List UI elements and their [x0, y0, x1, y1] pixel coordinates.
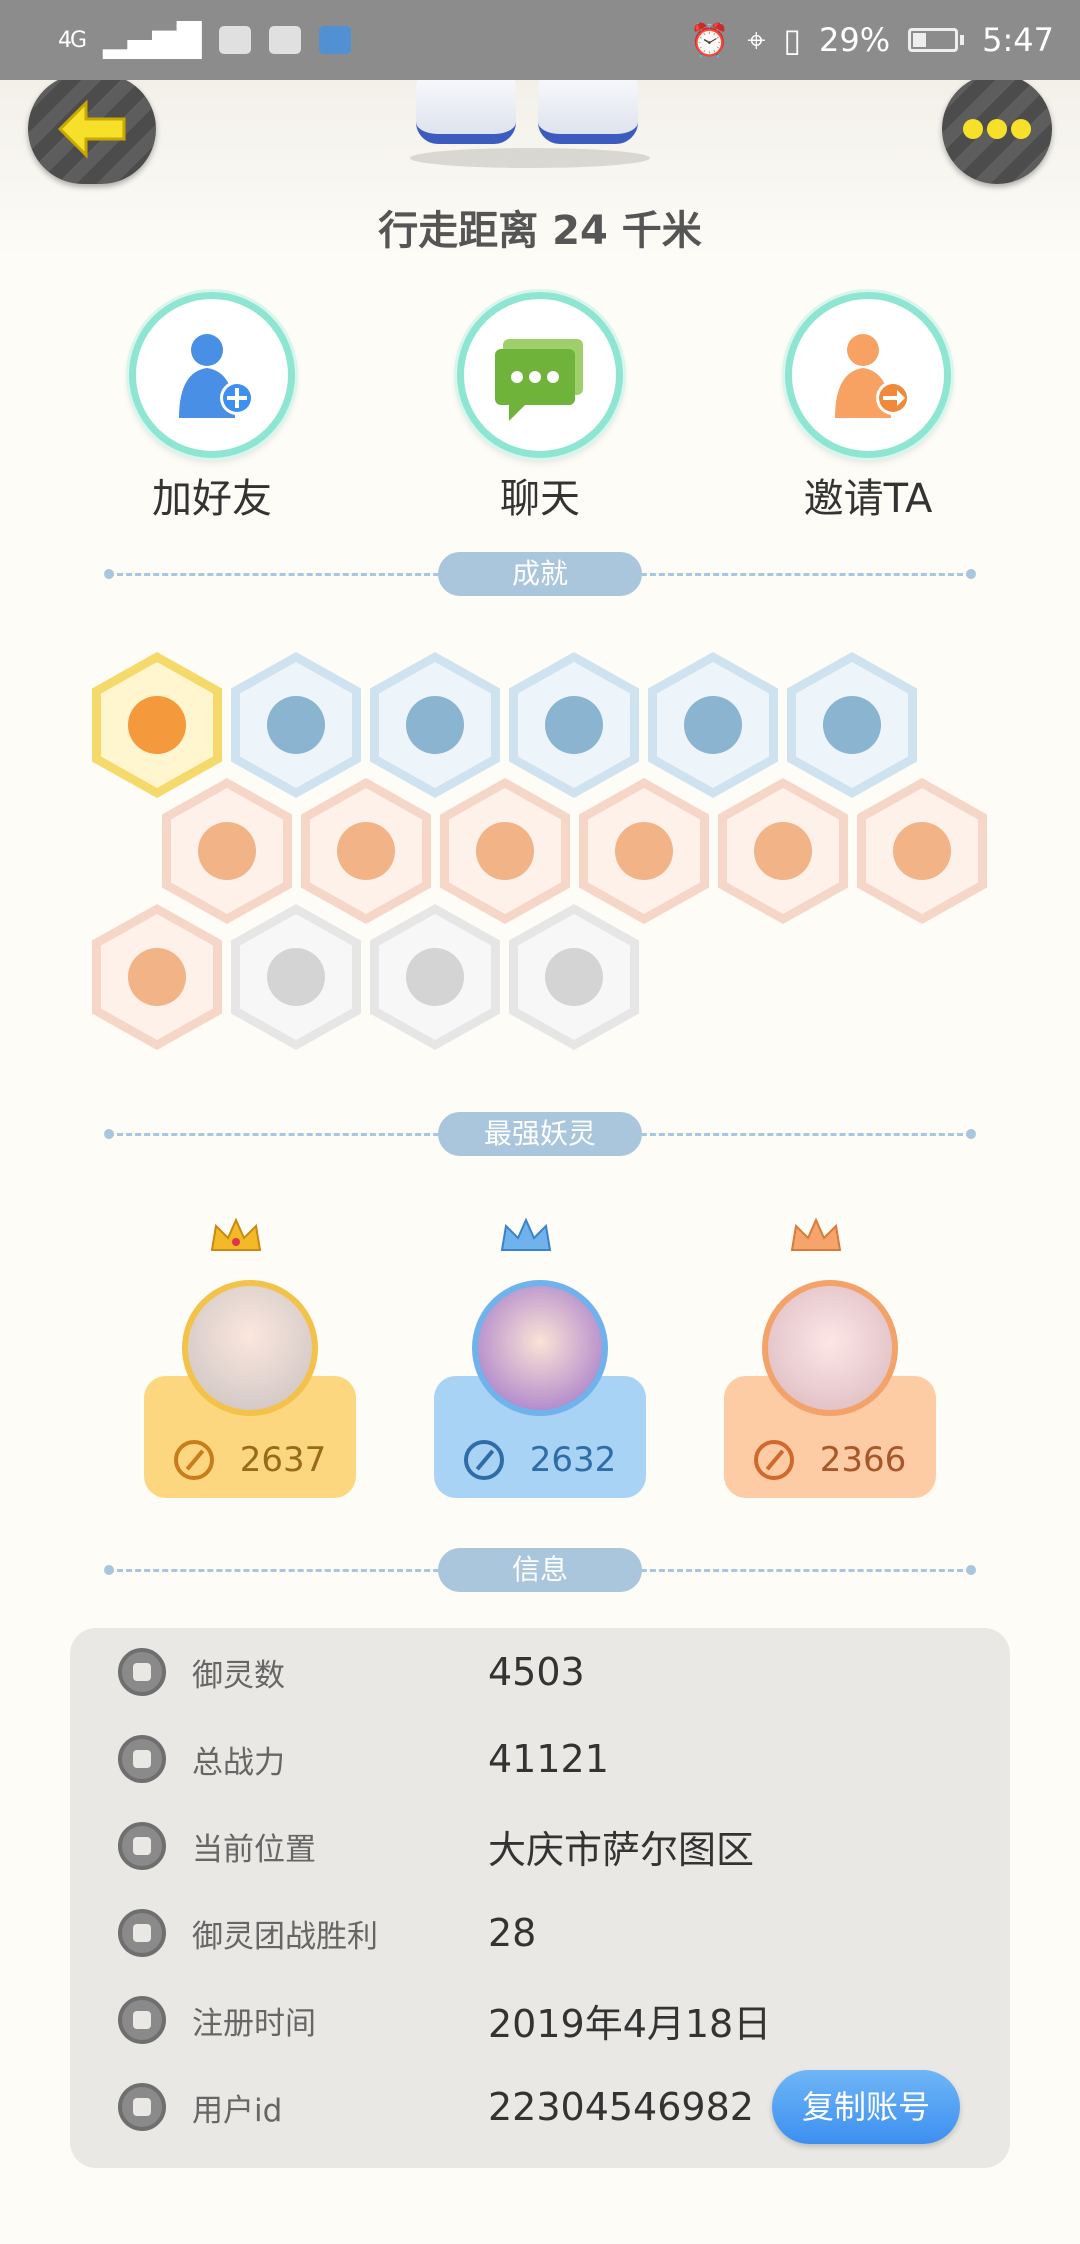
clock-icon — [118, 1996, 166, 2044]
sword-icon — [173, 1440, 214, 1480]
crystal-badge[interactable] — [440, 778, 570, 924]
info-key: 总战力 — [192, 1744, 285, 1781]
spirit-power: 2637 — [239, 1440, 327, 1480]
cart-badge[interactable] — [231, 904, 361, 1050]
shield-badge[interactable] — [370, 904, 500, 1050]
info-row-total-power: 总战力 41121 — [70, 1715, 1010, 1803]
chat-icon — [495, 339, 583, 421]
top-spirits-title: 最强妖灵 — [438, 1112, 642, 1156]
info-value: 2019年4月18日 — [488, 2001, 772, 2046]
more-dots-icon — [963, 119, 1031, 139]
bronze-crown-icon — [790, 1217, 842, 1251]
info-row-location: 当前位置 大庆市萨尔图区 — [70, 1802, 1010, 1890]
info-key: 注册时间 — [192, 2005, 316, 2042]
info-value: 4503 — [488, 1650, 585, 1694]
achievement-grid — [0, 640, 1080, 1060]
wolf-book-badge[interactable] — [509, 904, 639, 1050]
add-friend-button[interactable]: 加好友 — [102, 292, 322, 524]
spirit-count-icon — [118, 1648, 166, 1696]
portal-badge[interactable] — [231, 652, 361, 798]
battery-icon — [908, 28, 965, 52]
status-bar: 4G ▂▄▆█ ⏰ ⌖ ▯ 29% 5:47 — [0, 0, 1080, 80]
sneaker-badge[interactable] — [162, 778, 292, 924]
cat-silhouette-badge[interactable] — [787, 652, 917, 798]
clock-time: 5:47 — [982, 21, 1054, 59]
arrow-left-icon — [57, 99, 126, 159]
achievements-title: 成就 — [438, 552, 642, 596]
add-friend-icon — [179, 334, 254, 418]
info-value: 28 — [488, 1911, 537, 1955]
back-button[interactable] — [28, 74, 156, 184]
copy-account-button[interactable]: 复制账号 — [772, 2070, 960, 2144]
spirit-avatar — [762, 1280, 898, 1416]
info-value: 大庆市萨尔图区 — [488, 1827, 755, 1872]
sword-icon — [118, 1735, 166, 1783]
bull-spirit-badge[interactable] — [92, 904, 222, 1050]
more-button[interactable] — [942, 74, 1052, 184]
top-spirits-divider: 最强妖灵 — [104, 1112, 976, 1156]
location-pin-icon — [118, 1822, 166, 1870]
id-card-icon — [118, 2083, 166, 2131]
invite-button[interactable]: 邀请TA — [758, 292, 978, 524]
sword-icon — [753, 1440, 794, 1480]
info-row-register-date: 注册时间 2019年4月18日 — [70, 1976, 1010, 2064]
spirit-avatar — [182, 1280, 318, 1416]
boulder-badge[interactable] — [301, 778, 431, 924]
chat-button[interactable]: 聊天 — [430, 292, 650, 524]
battery-percent: 29% — [819, 21, 891, 59]
network-type: 4G — [58, 27, 87, 53]
yin-yang-book-badge[interactable] — [648, 652, 778, 798]
gold-crown-icon — [210, 1217, 262, 1251]
info-title: 信息 — [438, 1548, 642, 1592]
spirit-avatar — [472, 1280, 608, 1416]
info-value: 41121 — [488, 1737, 609, 1781]
bear-spirit-badge[interactable] — [718, 778, 848, 924]
invite-label: 邀请TA — [803, 476, 933, 522]
alarm-icon: ⏰ — [689, 21, 730, 59]
trophy-figure-icon — [118, 1909, 166, 1957]
spirit-power: 2366 — [819, 1440, 907, 1480]
info-value: 22304546982 — [488, 2085, 754, 2129]
koi-badge[interactable] — [857, 778, 987, 924]
spirit-figure-badge[interactable] — [579, 778, 709, 924]
silver-crown-icon — [500, 1217, 552, 1251]
yin-yang-wave-badge[interactable] — [509, 652, 639, 798]
wechat-icon — [219, 26, 252, 54]
signal-icon: ▂▄▆█ — [103, 21, 202, 59]
info-row-team-wins: 御灵团战胜利 28 — [70, 1889, 1010, 1977]
location-icon: ⌖ — [747, 20, 766, 59]
chat-label: 聊天 — [500, 476, 580, 522]
top-spirits: 2637 2632 2366 — [0, 1200, 1080, 1510]
info-panel: 御灵数 4503 总战力 41121 当前位置 大庆市萨尔图区 御灵团战胜利 2… — [70, 1628, 1010, 2168]
vibrate-icon: ▯ — [783, 21, 802, 59]
invite-icon — [835, 334, 910, 418]
app-icon — [319, 26, 352, 54]
info-row-user-id: 用户id 22304546982 复制账号 — [70, 2063, 1010, 2151]
info-divider: 信息 — [104, 1548, 976, 1592]
info-key: 御灵数 — [192, 1657, 285, 1694]
info-row-spirit-count: 御灵数 4503 — [70, 1628, 1010, 1716]
fox-face-badge[interactable] — [92, 652, 222, 798]
moon-badge[interactable] — [370, 652, 500, 798]
spirit-power: 2632 — [529, 1440, 617, 1480]
walk-distance: 行走距离 24 千米 — [378, 208, 702, 254]
notification-icon — [269, 26, 302, 54]
info-key: 用户id — [192, 2092, 283, 2129]
info-key: 当前位置 — [192, 1831, 316, 1868]
sword-icon — [463, 1440, 504, 1480]
achievements-divider: 成就 — [104, 552, 976, 596]
add-friend-label: 加好友 — [152, 476, 272, 522]
info-key: 御灵团战胜利 — [192, 1918, 378, 1955]
